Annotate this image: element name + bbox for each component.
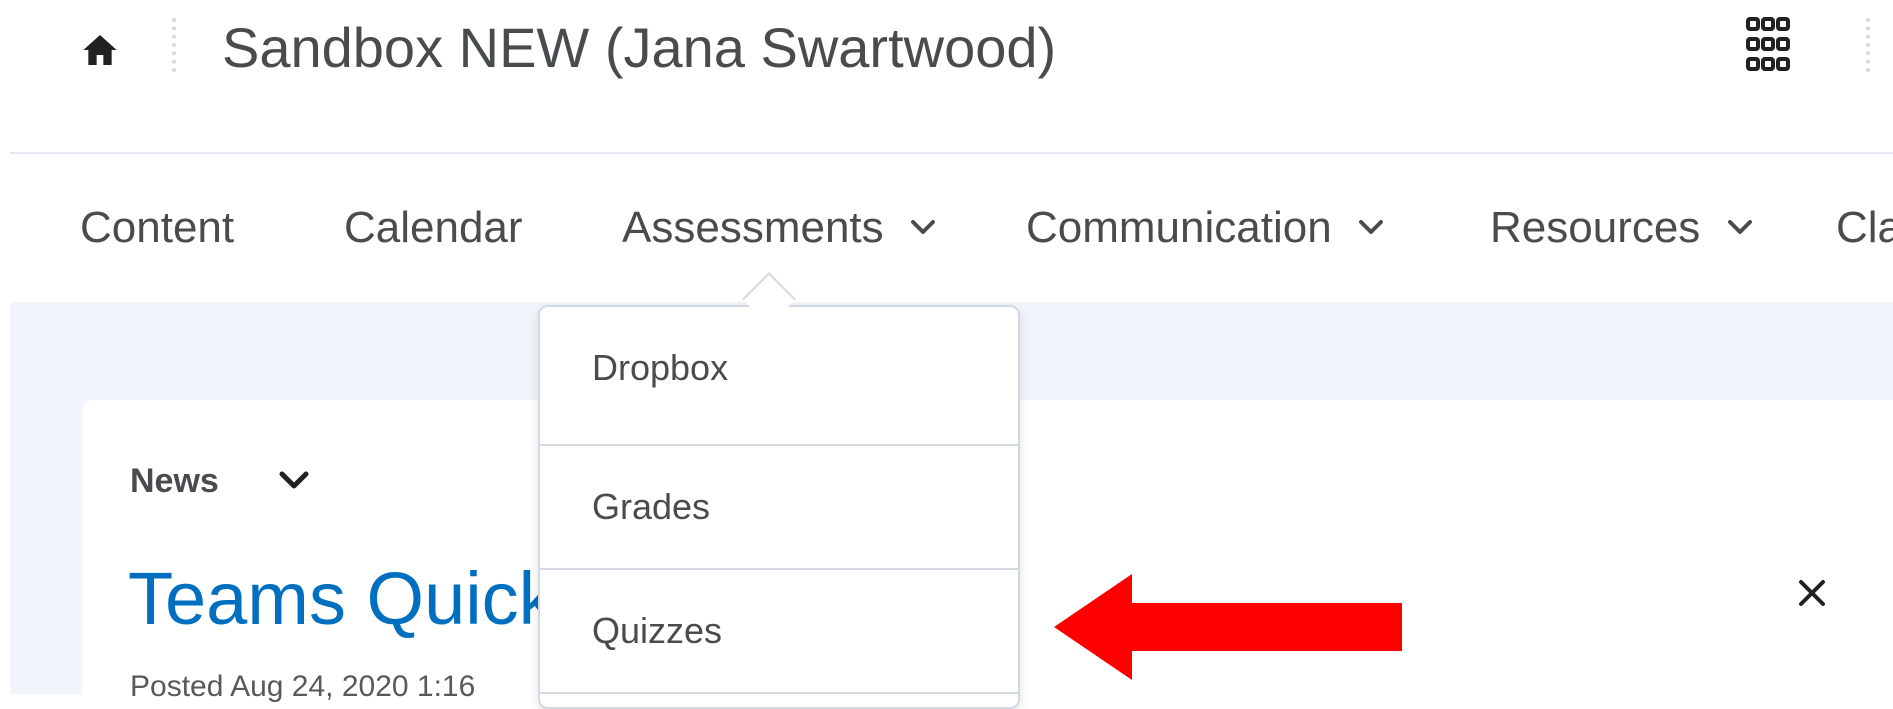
nav-content-label: Content — [80, 203, 235, 252]
close-icon[interactable] — [1797, 578, 1827, 608]
red-arrow-annotation — [1054, 574, 1402, 680]
nav-assessments-label: Assessments — [622, 203, 884, 252]
nav-calendar-label: Calendar — [344, 203, 523, 252]
nav-classlist[interactable]: Cla — [1836, 154, 1893, 302]
menu-item-grades[interactable]: Grades — [540, 446, 1018, 568]
nav-resources[interactable]: Resources — [1490, 154, 1753, 302]
course-title[interactable]: Sandbox NEW (Jana Swartwood) — [222, 8, 1056, 88]
news-posted-date: Posted Aug 24, 2020 1:16 — [130, 670, 476, 703]
nav-assessments[interactable]: Assessments — [622, 154, 936, 302]
menu-item-quizzes-label: Quizzes — [592, 610, 723, 651]
menu-item-dropbox-label: Dropbox — [592, 347, 729, 388]
news-widget-title: News — [130, 462, 219, 500]
course-header: Sandbox NEW (Jana Swartwood) — [0, 0, 1893, 152]
grid-icon[interactable] — [1746, 15, 1790, 77]
nav-content[interactable]: Content — [80, 154, 234, 302]
chevron-down-icon — [1727, 220, 1752, 235]
course-navbar: Content Calendar Assessments Communicati… — [0, 154, 1893, 302]
nav-resources-label: Resources — [1490, 203, 1701, 252]
nav-classlist-label: Cla — [1836, 203, 1893, 252]
chevron-down-icon[interactable] — [278, 468, 310, 494]
chevron-down-icon — [1358, 220, 1383, 235]
menu-item-quizzes[interactable]: Quizzes — [540, 570, 1018, 692]
header-divider-right — [1866, 18, 1870, 72]
assessments-dropdown: Dropbox Grades Quizzes — [538, 305, 1020, 709]
nav-calendar[interactable]: Calendar — [344, 154, 523, 302]
menu-item-grades-label: Grades — [592, 486, 711, 527]
nav-communication[interactable]: Communication — [1026, 154, 1384, 302]
news-item-title[interactable]: Teams Quick — [128, 556, 556, 641]
chevron-down-icon — [910, 220, 935, 235]
nav-communication-label: Communication — [1026, 203, 1332, 252]
menu-item-dropbox[interactable]: Dropbox — [540, 307, 1018, 429]
home-icon[interactable] — [80, 30, 120, 70]
header-divider — [172, 18, 176, 72]
